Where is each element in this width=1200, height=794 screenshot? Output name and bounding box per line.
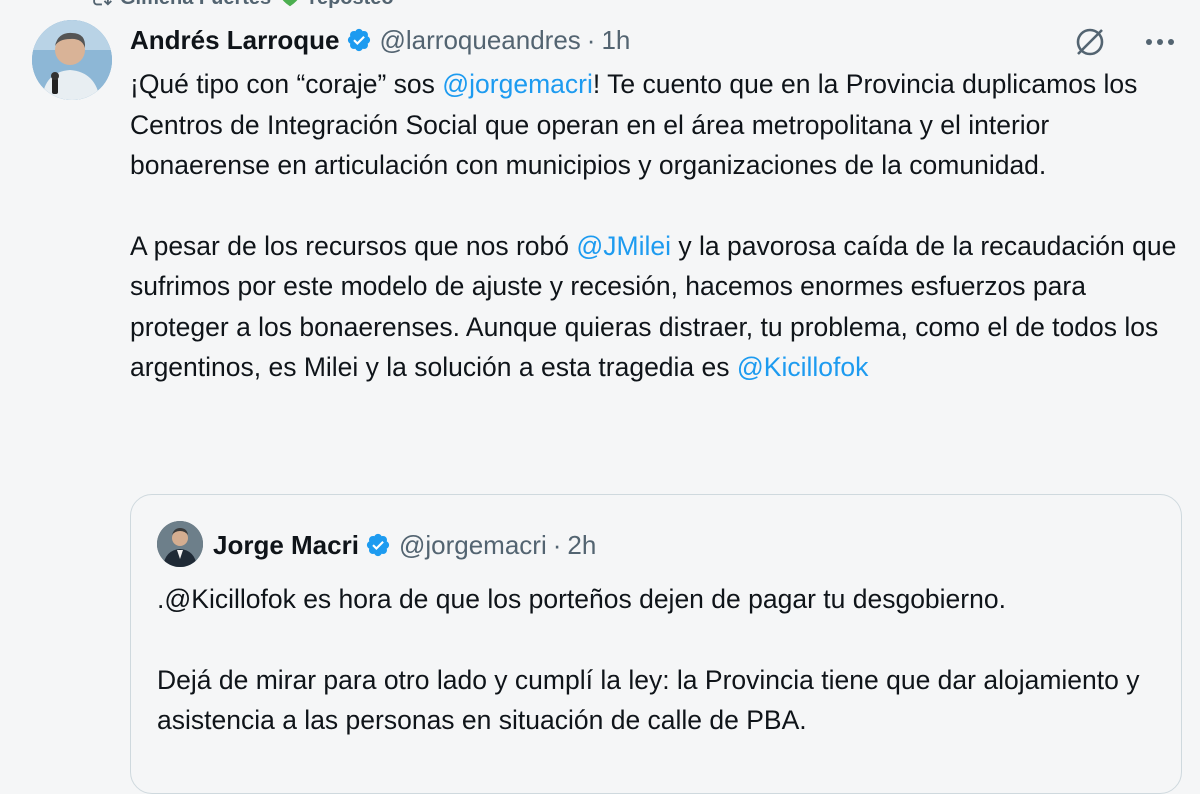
quote-paragraph-2: Dejá de mirar para otro lado y cumplí la…	[157, 664, 1140, 736]
repost-label: reposteó	[309, 0, 393, 10]
quote-text: .@Kicillofok es hora de que los porteños…	[157, 579, 1167, 741]
repost-context[interactable]: Gimena Fuertes reposteó	[90, 0, 394, 10]
mention-link[interactable]: @JMilei	[576, 231, 671, 261]
author-handle[interactable]: @larroqueandres	[380, 25, 581, 56]
quote-header: Jorge Macri @jorgemacri · 2h	[213, 523, 596, 567]
verified-badge-icon[interactable]	[365, 532, 391, 558]
tweet-paragraph-2: A pesar de los recursos que nos robó @JM…	[130, 226, 1190, 388]
quote-author-name[interactable]: Jorge Macri	[213, 530, 359, 561]
grok-icon	[1076, 28, 1104, 56]
quote-author-handle[interactable]: @jorgemacri	[399, 530, 547, 561]
tweet-time[interactable]: 1h	[601, 25, 630, 56]
green-heart-icon	[282, 0, 298, 7]
author-name[interactable]: Andrés Larroque	[130, 25, 340, 56]
text-run: ¡Qué tipo con “coraje” sos	[130, 69, 443, 99]
text-run: A pesar de los recursos que nos robó	[130, 230, 577, 261]
separator-dot: ·	[552, 529, 562, 560]
tweet-paragraph-1: ¡Qué tipo con “coraje” sos @jorgemacri! …	[130, 64, 1190, 186]
repost-icon	[93, 0, 112, 6]
quote-avatar-photo	[157, 521, 203, 567]
verified-badge-icon[interactable]	[346, 27, 372, 53]
repost-user[interactable]: Gimena Fuertes	[120, 0, 271, 10]
mention-link[interactable]: @jorgemacri	[442, 69, 593, 99]
tweet-text: ¡Qué tipo con “coraje” sos @jorgemacri! …	[130, 64, 1190, 388]
grok-button[interactable]	[1070, 22, 1110, 62]
more-button[interactable]	[1140, 22, 1180, 62]
avatar-photo	[32, 20, 112, 100]
separator-dot: ·	[586, 24, 596, 55]
quoted-tweet[interactable]: Jorge Macri @jorgemacri · 2h .@Kicillofo…	[130, 494, 1182, 794]
more-icon	[1146, 39, 1174, 45]
tweet-actions	[1070, 22, 1180, 62]
quote-avatar[interactable]	[157, 521, 203, 567]
quote-time[interactable]: 2h	[567, 530, 596, 561]
tweet-header: Andrés Larroque @larroqueandres · 1h	[130, 20, 630, 60]
quote-paragraph-1: .@Kicillofok es hora de que los porteños…	[157, 584, 1006, 614]
mention-link[interactable]: @Kicillofok	[737, 352, 868, 382]
avatar[interactable]	[32, 20, 112, 100]
